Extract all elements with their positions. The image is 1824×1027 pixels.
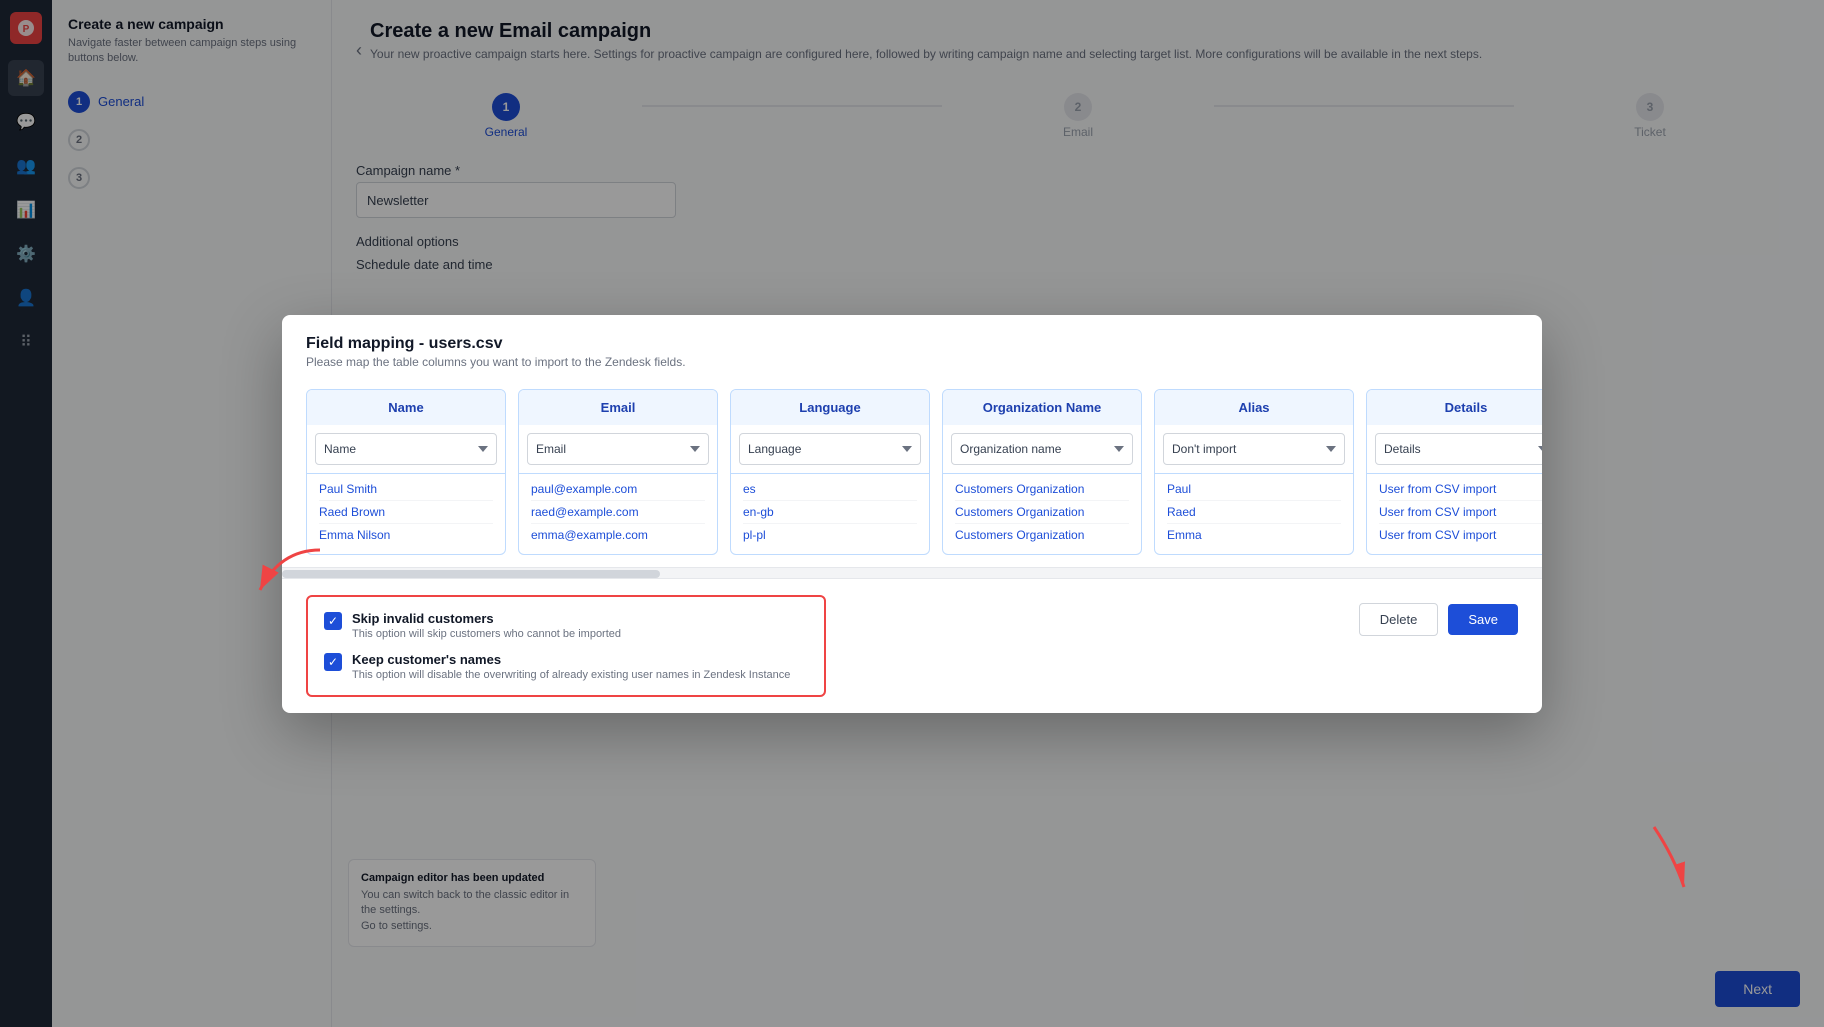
column-org-name: Organization Name Organization nameNameE… <box>942 389 1142 555</box>
scrollbar[interactable] <box>282 570 660 578</box>
option-skip-content: Skip invalid customers This option will … <box>352 611 621 640</box>
delete-button[interactable]: Delete <box>1359 603 1439 636</box>
column-alias-item-2: Raed <box>1167 501 1341 524</box>
column-alias-item-3: Emma <box>1167 524 1341 546</box>
checkbox-keep-names[interactable]: ✓ <box>324 653 342 671</box>
column-name-item-3: Emma Nilson <box>319 524 493 546</box>
column-name-select[interactable]: NameEmailLanguageOrganization nameDon't … <box>315 433 497 465</box>
modal-columns-wrapper: Name NameEmailLanguageOrganization nameD… <box>282 377 1542 567</box>
modal-overlay: Field mapping - users.csv Please map the… <box>0 0 1824 1027</box>
column-name-item-2: Raed Brown <box>319 501 493 524</box>
column-details-select-wrapper: DetailsNameEmailLanguageOrganization nam… <box>1367 425 1542 474</box>
column-name-select-wrapper: NameEmailLanguageOrganization nameDon't … <box>307 425 505 474</box>
column-email-data: paul@example.com raed@example.com emma@e… <box>519 474 717 554</box>
column-email-select-wrapper: EmailNameLanguageOrganization nameDon't … <box>519 425 717 474</box>
column-org-name-select-wrapper: Organization nameNameEmailLanguageDon't … <box>943 425 1141 474</box>
column-org-name-header: Organization Name <box>943 390 1141 425</box>
column-language-item-2: en-gb <box>743 501 917 524</box>
column-details-select[interactable]: DetailsNameEmailLanguageOrganization nam… <box>1375 433 1542 465</box>
option-keep-content: Keep customer's names This option will d… <box>352 652 790 681</box>
option-keep-desc: This option will disable the overwriting… <box>352 669 790 681</box>
modal-bottom: ✓ Skip invalid customers This option wil… <box>282 579 1542 713</box>
column-language-item-3: pl-pl <box>743 524 917 546</box>
option-skip-invalid: ✓ Skip invalid customers This option wil… <box>324 611 808 640</box>
column-name: Name NameEmailLanguageOrganization nameD… <box>306 389 506 555</box>
option-keep-label: Keep customer's names <box>352 652 790 667</box>
column-alias-select-wrapper: Don't importNameEmailLanguageOrganizatio… <box>1155 425 1353 474</box>
checkmark-keep: ✓ <box>328 655 338 669</box>
column-email-item-1: paul@example.com <box>531 478 705 501</box>
modal-buttons: Delete Save <box>1359 603 1518 636</box>
column-email: Email EmailNameLanguageOrganization name… <box>518 389 718 555</box>
save-button[interactable]: Save <box>1448 604 1518 635</box>
column-org-name-item-2: Customers Organization <box>955 501 1129 524</box>
column-email-item-2: raed@example.com <box>531 501 705 524</box>
column-language-select[interactable]: LanguageNameEmailOrganization nameDon't … <box>739 433 921 465</box>
column-org-name-select[interactable]: Organization nameNameEmailLanguageDon't … <box>951 433 1133 465</box>
column-alias-select[interactable]: Don't importNameEmailLanguageOrganizatio… <box>1163 433 1345 465</box>
column-org-name-data: Customers Organization Customers Organiz… <box>943 474 1141 554</box>
column-name-data: Paul Smith Raed Brown Emma Nilson <box>307 474 505 554</box>
modal: Field mapping - users.csv Please map the… <box>282 315 1542 713</box>
column-alias-data: Paul Raed Emma <box>1155 474 1353 554</box>
column-org-name-item-3: Customers Organization <box>955 524 1129 546</box>
red-arrow-save <box>1604 807 1704 907</box>
column-details: Details DetailsNameEmailLanguageOrganiza… <box>1366 389 1542 555</box>
column-email-item-3: emma@example.com <box>531 524 705 546</box>
column-details-item-3: User from CSV import <box>1379 524 1542 546</box>
column-details-item-1: User from CSV import <box>1379 478 1542 501</box>
column-name-item-1: Paul Smith <box>319 478 493 501</box>
column-language: Language LanguageNameEmailOrganization n… <box>730 389 930 555</box>
column-language-item-1: es <box>743 478 917 501</box>
column-org-name-item-1: Customers Organization <box>955 478 1129 501</box>
column-alias: Alias Don't importNameEmailLanguageOrgan… <box>1154 389 1354 555</box>
column-details-item-2: User from CSV import <box>1379 501 1542 524</box>
modal-subtitle: Please map the table columns you want to… <box>306 355 1518 369</box>
options-box: ✓ Skip invalid customers This option wil… <box>306 595 826 697</box>
checkbox-skip-invalid[interactable]: ✓ <box>324 612 342 630</box>
column-email-select[interactable]: EmailNameLanguageOrganization nameDon't … <box>527 433 709 465</box>
column-details-header: Details <box>1367 390 1542 425</box>
column-alias-header: Alias <box>1155 390 1353 425</box>
modal-header: Field mapping - users.csv Please map the… <box>282 315 1542 377</box>
modal-columns: Name NameEmailLanguageOrganization nameD… <box>306 377 1542 567</box>
checkmark-skip: ✓ <box>328 614 338 628</box>
modal-title: Field mapping - users.csv <box>306 335 1518 353</box>
column-email-header: Email <box>519 390 717 425</box>
scroll-area <box>282 567 1542 579</box>
column-name-header: Name <box>307 390 505 425</box>
column-language-header: Language <box>731 390 929 425</box>
column-language-select-wrapper: LanguageNameEmailOrganization nameDon't … <box>731 425 929 474</box>
option-skip-label: Skip invalid customers <box>352 611 621 626</box>
app-wrapper: P 🏠 💬 👥 📊 ⚙️ 👤 ⠿ Create a new campaign N… <box>0 0 1824 1027</box>
column-details-data: User from CSV import User from CSV impor… <box>1367 474 1542 554</box>
column-language-data: es en-gb pl-pl <box>731 474 929 554</box>
option-skip-desc: This option will skip customers who cann… <box>352 628 621 640</box>
column-alias-item-1: Paul <box>1167 478 1341 501</box>
option-keep-names: ✓ Keep customer's names This option will… <box>324 652 808 681</box>
